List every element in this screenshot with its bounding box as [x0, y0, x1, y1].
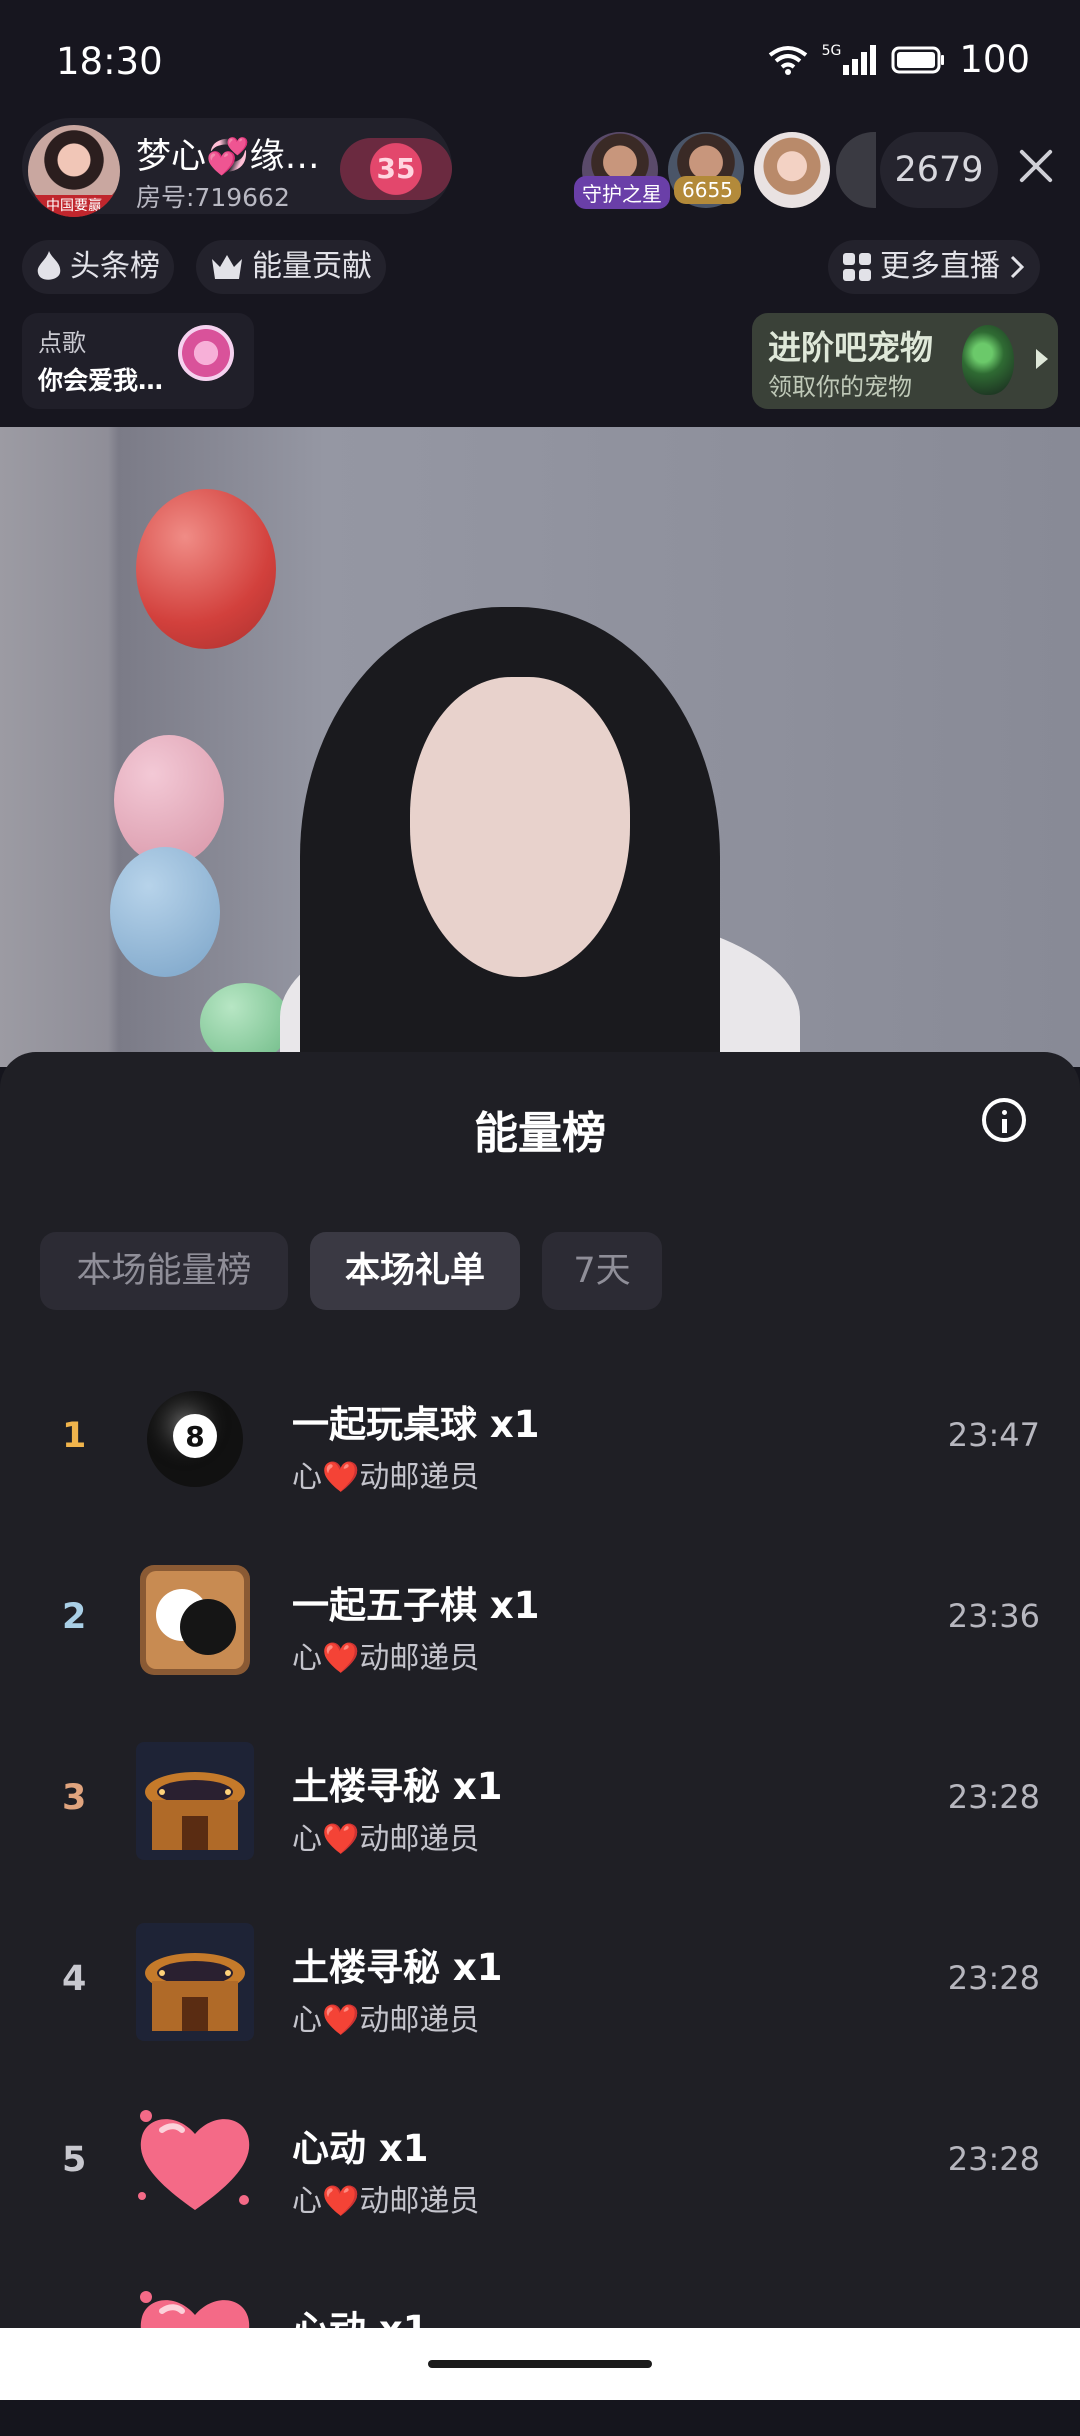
streamer-face	[410, 677, 630, 977]
lollipop-icon	[178, 325, 234, 381]
grid-icon	[843, 253, 871, 281]
tulou-icon	[132, 1919, 258, 2045]
viewer-avatar[interactable]	[754, 132, 830, 208]
energy-chip[interactable]: 能量贡献	[196, 240, 386, 294]
avatar-tag: 中国要赢	[28, 195, 120, 217]
gift-time: 23:28	[947, 2140, 1040, 2178]
more-live-label: 更多直播	[880, 249, 1000, 284]
gift-sender: 心❤️动邮递员	[292, 1822, 480, 1857]
chevron-right-icon	[1010, 255, 1025, 279]
crown-icon	[212, 255, 242, 279]
gift-sender: 心❤️动邮递员	[292, 2184, 480, 2219]
gift-sender: 心❤️动邮递员	[292, 1460, 480, 1495]
gift-rank: 2	[62, 1597, 87, 1637]
gift-row[interactable]: 2 一起五子棋 x1 心❤️动邮递员 23:36	[0, 1531, 1080, 1712]
gift-rank: 3	[62, 1778, 87, 1818]
song-label: 点歌	[38, 329, 86, 357]
tab-session-gifts[interactable]: 本场礼单	[310, 1232, 520, 1310]
play-arrow-icon	[1036, 349, 1048, 369]
gift-time: 23:28	[947, 1778, 1040, 1816]
gomoku-icon	[132, 1557, 258, 1683]
anchor-avatar[interactable]: 中国要赢	[28, 125, 120, 217]
status-icons: 5G 100	[768, 38, 1030, 81]
heart-icon	[132, 2100, 258, 2226]
gift-row[interactable]: 3 土楼寻秘 x1 心❤️动邮递员 23:28	[0, 1712, 1080, 1893]
status-time: 18:30	[56, 40, 163, 83]
gift-row[interactable]: 5 心动 x1 心❤️动邮递员 23:28	[0, 2074, 1080, 2255]
gift-time: 23:28	[947, 1959, 1040, 1997]
gift-rank: 4	[62, 1959, 87, 1999]
gift-sender: 心❤️动邮递员	[292, 1641, 480, 1676]
gift-time: 23:47	[947, 1416, 1040, 1454]
svg-text:8: 8	[185, 1420, 204, 1453]
room-id: 房号:719662	[136, 183, 290, 212]
tab-session-energy[interactable]: 本场能量榜	[40, 1232, 288, 1310]
signal-icon	[843, 44, 877, 75]
more-live-chip[interactable]: 更多直播	[828, 240, 1040, 294]
flame-icon	[37, 251, 61, 280]
wifi-icon	[768, 45, 807, 75]
sheet-title: 能量榜	[474, 1108, 606, 1159]
gift-row[interactable]: 4 土楼寻秘 x1 心❤️动邮递员 23:28	[0, 1893, 1080, 2074]
gift-time: 23:36	[947, 1597, 1040, 1635]
home-indicator[interactable]	[428, 2360, 652, 2368]
pet-egg-icon	[962, 325, 1014, 395]
anchor-name: 梦心💞缘…	[136, 137, 320, 177]
gift-name: 土楼寻秘 x1	[292, 1765, 503, 1808]
billiard-ball-icon: 8	[132, 1376, 258, 1502]
gift-name: 心动 x1	[292, 2127, 429, 2170]
info-icon[interactable]	[982, 1098, 1026, 1142]
balloon-image	[110, 847, 220, 977]
energy-label: 能量贡献	[252, 249, 372, 284]
viewer-badge: 守护之星	[574, 176, 670, 209]
balloon-image	[200, 983, 290, 1063]
headline-chip[interactable]: 头条榜	[22, 240, 174, 294]
pet-title: 进阶吧宠物	[768, 328, 933, 367]
level-badge[interactable]: 35	[340, 138, 452, 200]
close-icon[interactable]	[1010, 140, 1062, 192]
viewer-count[interactable]: 2679	[880, 132, 998, 208]
network-type: 5G	[821, 42, 842, 59]
gift-rank: 5	[62, 2140, 87, 2180]
pet-banner[interactable]: 进阶吧宠物 领取你的宠物	[752, 313, 1058, 409]
song-title: 你会爱我…	[38, 366, 164, 395]
gift-row[interactable]: 1 8 一起玩桌球 x1 心❤️动邮递员 23:47	[0, 1350, 1080, 1531]
viewer-badge: 6655	[674, 176, 741, 204]
pet-subtitle: 领取你的宠物	[768, 373, 912, 401]
tab-7-days[interactable]: 7天	[542, 1232, 662, 1310]
gift-sender: 心❤️动邮递员	[292, 2003, 480, 2038]
balloon-image	[114, 735, 224, 865]
gift-name: 一起五子棋 x1	[292, 1584, 540, 1627]
live-video[interactable]	[0, 427, 1080, 1067]
headline-label: 头条榜	[70, 249, 160, 284]
battery-icon	[891, 46, 945, 73]
battery-level: 100	[959, 38, 1030, 81]
balloon-image	[136, 489, 276, 649]
gift-name: 一起玩桌球 x1	[292, 1403, 540, 1446]
tulou-icon	[132, 1738, 258, 1864]
gift-name: 土楼寻秘 x1	[292, 1946, 503, 1989]
gift-rank: 1	[62, 1416, 87, 1456]
